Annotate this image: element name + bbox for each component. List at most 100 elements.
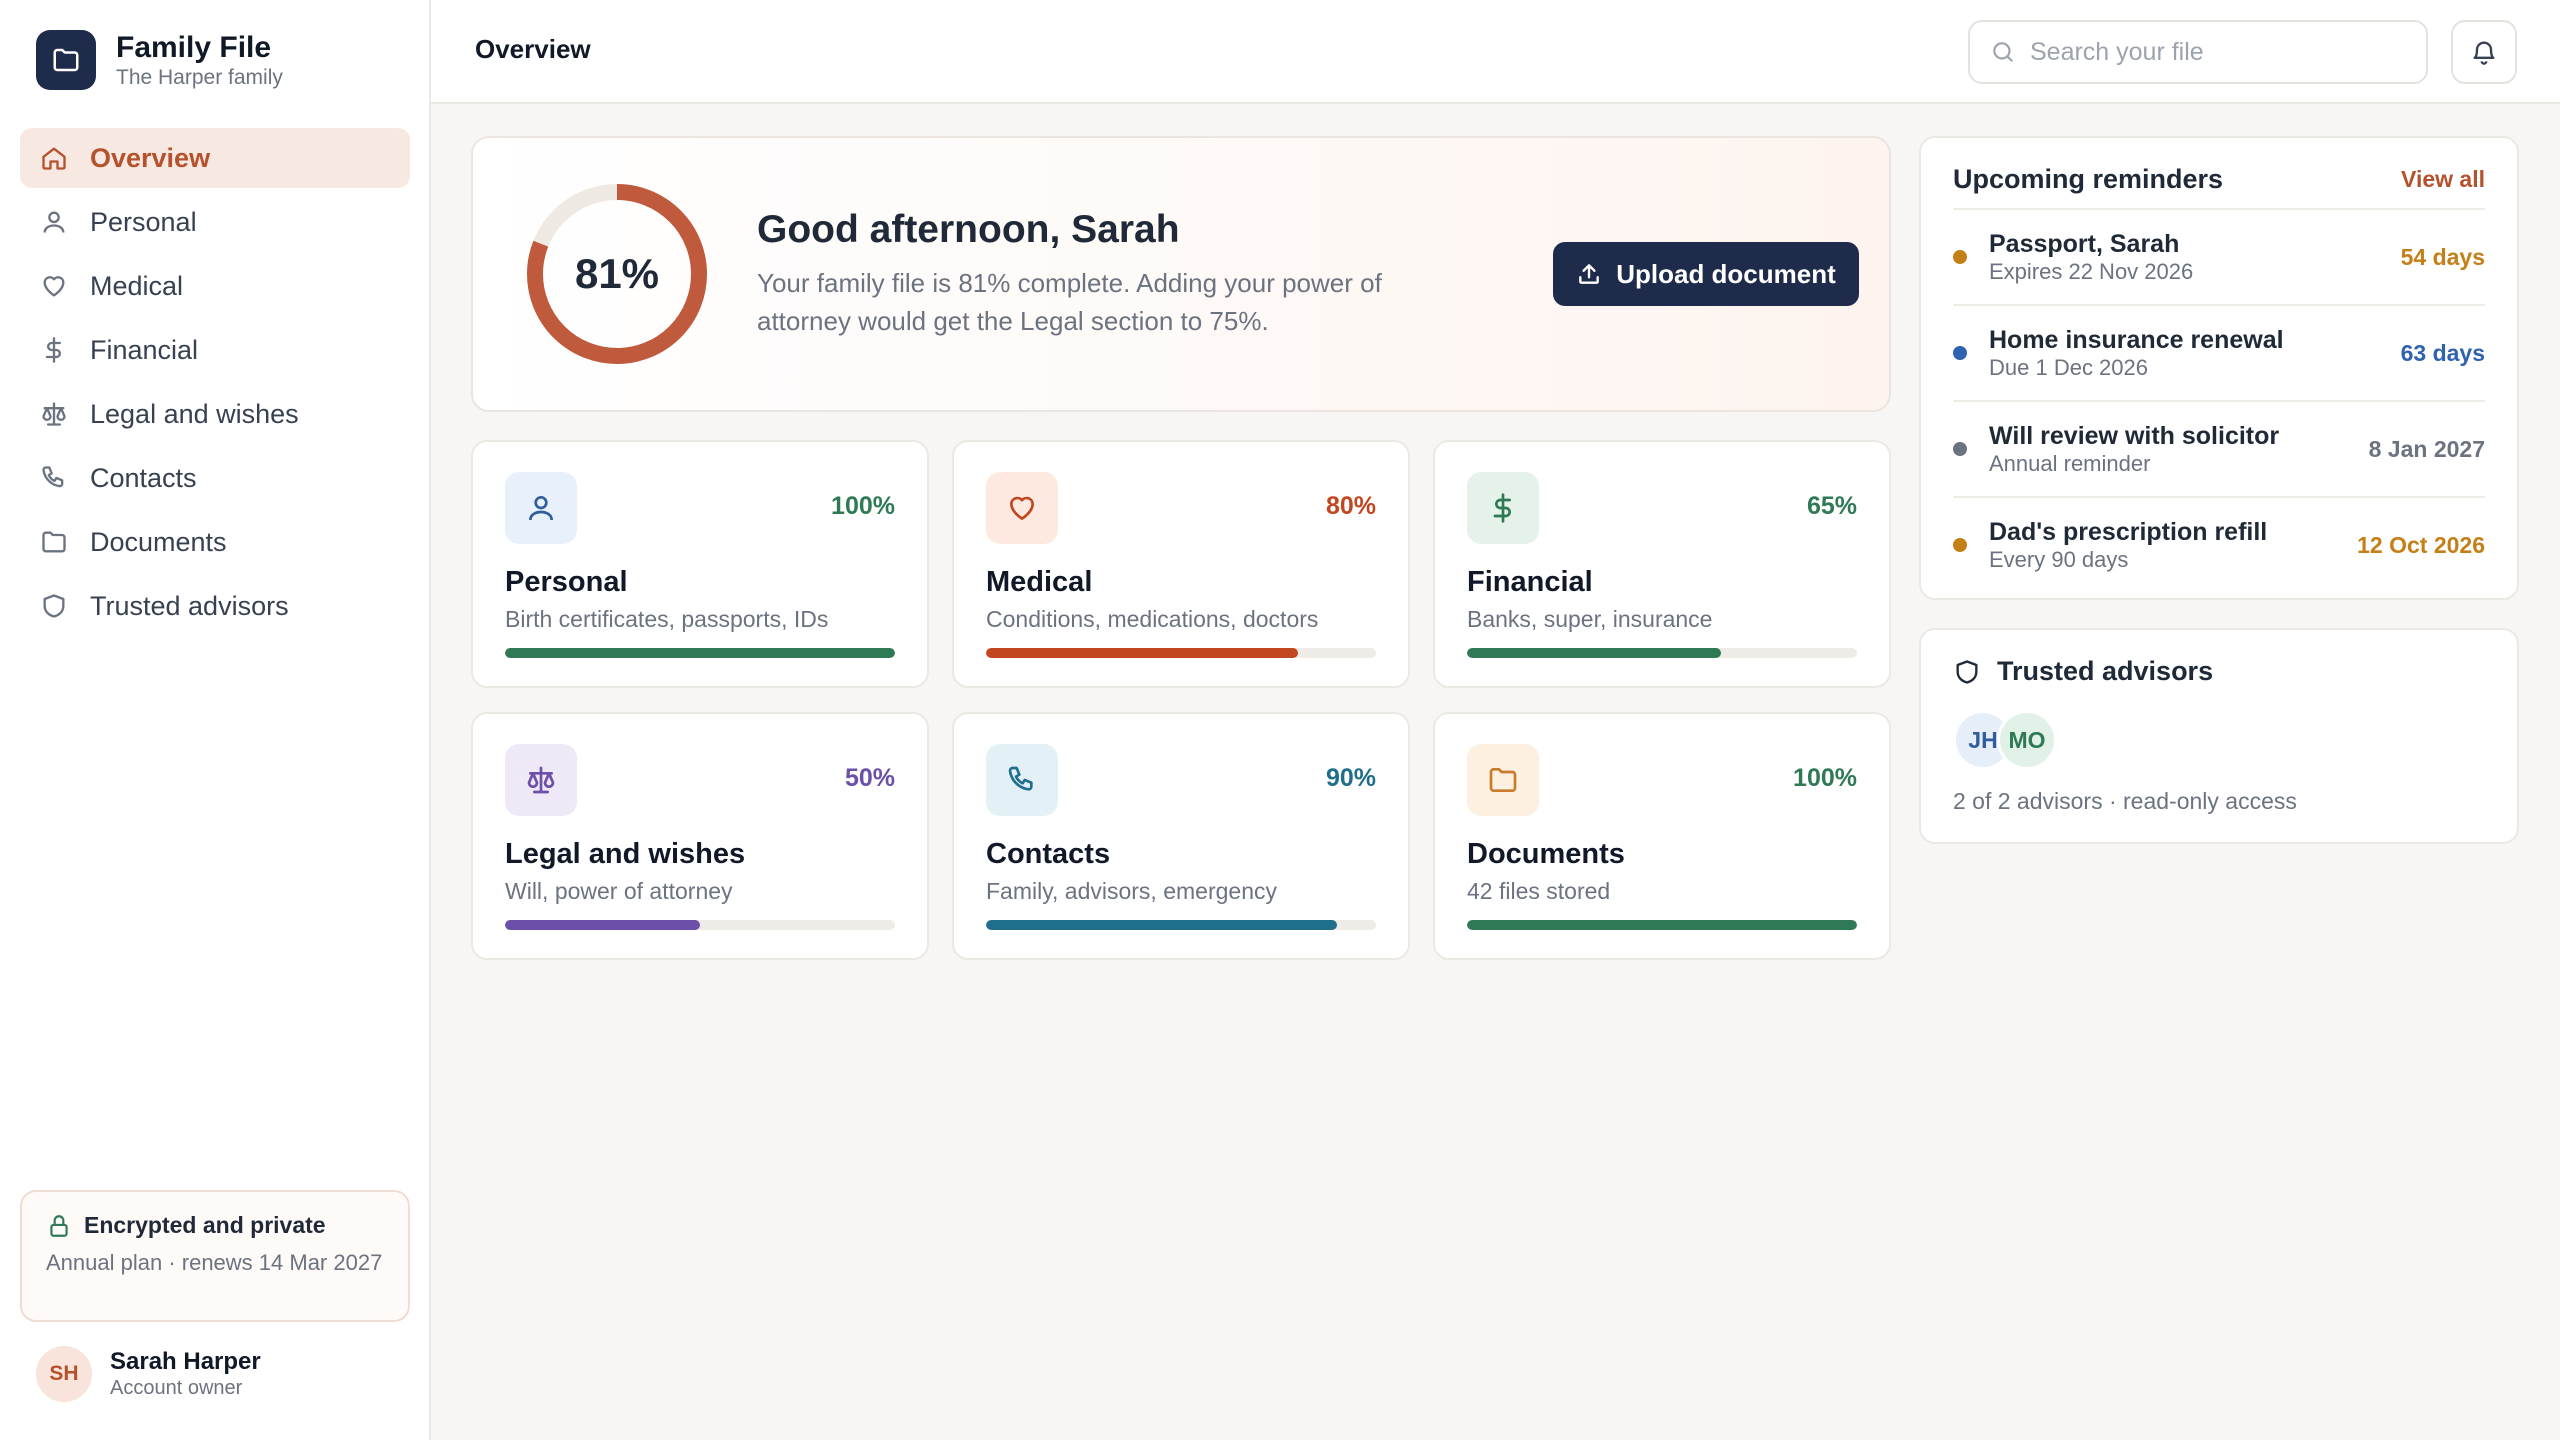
section-subtitle: Banks, super, insurance	[1467, 606, 1713, 632]
progress-bar	[505, 648, 895, 658]
reminder-due: 54 days	[2400, 244, 2485, 270]
section-card-legal[interactable]: 50% Legal and wishes Will, power of atto…	[471, 712, 929, 960]
completion-percent: 81%	[574, 250, 660, 297]
scales-icon	[38, 398, 70, 430]
section-subtitle: 42 files stored	[1467, 878, 1611, 904]
topbar: Overview	[431, 0, 2560, 104]
reminder-item[interactable]: Dad's prescription refill Every 90 days …	[1953, 496, 2485, 592]
section-title: Personal	[505, 566, 628, 598]
user-icon	[505, 472, 577, 544]
section-card-documents[interactable]: 100% Documents 42 files stored	[1433, 712, 1891, 960]
heart-icon	[38, 270, 70, 302]
reminder-title: Dad's prescription refill	[1989, 518, 2268, 546]
progress-bar	[1467, 920, 1857, 930]
section-subtitle: Conditions, medications, doctors	[986, 606, 1319, 632]
section-percent: 65%	[1806, 492, 1857, 520]
sidebar-item-financial[interactable]: Financial	[20, 320, 410, 380]
status-dot	[1953, 538, 1967, 552]
section-subtitle: Birth certificates, passports, IDs	[505, 606, 829, 632]
advisors-panel: Trusted advisors JH MO 2 of 2 advisors ·…	[1919, 628, 2519, 844]
section-card-medical[interactable]: 80% Medical Conditions, medications, doc…	[952, 440, 1410, 688]
brand[interactable]: Family File The Harper family	[36, 30, 283, 90]
folder-icon	[38, 526, 70, 558]
folder-icon	[36, 30, 96, 90]
search-box[interactable]	[1968, 20, 2428, 84]
sidebar-item-label: Overview	[90, 142, 211, 173]
phone-icon	[38, 462, 70, 494]
sidebar-item-label: Personal	[90, 206, 197, 237]
user-name: Sarah Harper	[110, 1348, 261, 1375]
section-percent: 100%	[1793, 764, 1857, 792]
heart-icon	[986, 472, 1058, 544]
reminder-title: Will review with solicitor	[1989, 422, 2280, 450]
sidebar-item-overview[interactable]: Overview	[20, 128, 410, 188]
section-title: Documents	[1467, 838, 1625, 870]
sidebar-item-label: Contacts	[90, 462, 197, 493]
notifications-button[interactable]	[2451, 20, 2517, 84]
reminder-item[interactable]: Passport, Sarah Expires 22 Nov 2026 54 d…	[1953, 208, 2485, 304]
sidebar: Family File The Harper family Overview P…	[0, 0, 431, 1440]
app-title: Family File	[116, 31, 272, 64]
upload-document-button[interactable]: Upload document	[1553, 242, 1859, 306]
scales-icon	[505, 744, 577, 816]
plan-card: Encrypted and private Annual plan · rene…	[20, 1190, 410, 1322]
reminder-due: 63 days	[2400, 340, 2485, 366]
sidebar-item-trusted-advisors[interactable]: Trusted advisors	[20, 576, 410, 636]
sidebar-item-contacts[interactable]: Contacts	[20, 448, 410, 508]
upload-label: Upload document	[1616, 258, 1836, 289]
status-dot	[1953, 442, 1967, 456]
main: Overview 81% Good afternoon, Sarah Your …	[431, 0, 2560, 1440]
lock-icon	[46, 1213, 72, 1239]
sidebar-item-legal[interactable]: Legal and wishes	[20, 384, 410, 444]
bell-icon	[2470, 38, 2498, 66]
progress-bar	[986, 648, 1376, 658]
reminder-item[interactable]: Will review with solicitor Annual remind…	[1953, 400, 2485, 496]
section-title: Contacts	[986, 838, 1111, 870]
folder-icon	[1467, 744, 1539, 816]
reminders-title: Upcoming reminders	[1953, 164, 2224, 194]
reminder-item[interactable]: Home insurance renewal Due 1 Dec 2026 63…	[1953, 304, 2485, 400]
app-subtitle: The Harper family	[116, 66, 283, 89]
section-percent: 50%	[844, 764, 895, 792]
search-input[interactable]	[2030, 37, 2410, 67]
security-title: Encrypted and private	[84, 1212, 326, 1238]
section-card-personal[interactable]: 100% Personal Birth certificates, passpo…	[471, 440, 929, 688]
advisors-summary: 2 of 2 advisors · read-only access	[1953, 788, 2297, 814]
page-title: Overview	[475, 34, 591, 64]
section-title: Financial	[1467, 566, 1593, 598]
section-title: Legal and wishes	[505, 838, 746, 870]
greeting: Good afternoon, Sarah	[757, 208, 1180, 251]
section-subtitle: Will, power of attorney	[505, 878, 733, 904]
reminder-due: 12 Oct 2026	[2357, 532, 2485, 558]
search-icon	[1990, 39, 2016, 65]
user-role: Account owner	[110, 1377, 243, 1399]
sidebar-item-personal[interactable]: Personal	[20, 192, 410, 252]
advisor-avatar[interactable]: MO	[1997, 710, 2057, 770]
avatar: SH	[36, 1346, 92, 1402]
sidebar-nav: Overview Personal Medical Financial Lega…	[20, 128, 410, 640]
user-profile[interactable]: SH Sarah Harper Account owner	[36, 1346, 261, 1402]
status-dot	[1953, 346, 1967, 360]
sidebar-item-documents[interactable]: Documents	[20, 512, 410, 572]
reminder-subtitle: Annual reminder	[1989, 451, 2151, 476]
sidebar-item-medical[interactable]: Medical	[20, 256, 410, 316]
section-card-contacts[interactable]: 90% Contacts Family, advisors, emergency	[952, 712, 1410, 960]
sidebar-item-label: Documents	[90, 526, 227, 557]
view-all-link[interactable]: View all	[2401, 166, 2485, 193]
dollar-icon	[1467, 472, 1539, 544]
section-title: Medical	[986, 566, 1093, 598]
progress-bar	[505, 920, 895, 930]
reminder-due: 8 Jan 2027	[2368, 436, 2485, 462]
section-card-financial[interactable]: 65% Financial Banks, super, insurance	[1433, 440, 1891, 688]
home-icon	[38, 142, 70, 174]
shield-icon	[38, 590, 70, 622]
reminder-subtitle: Every 90 days	[1989, 547, 2129, 572]
section-percent: 90%	[1325, 764, 1376, 792]
shield-icon	[1953, 658, 1981, 686]
completion-message: Your family file is 81% complete. Adding…	[757, 268, 1382, 336]
phone-icon	[986, 744, 1058, 816]
reminder-subtitle: Expires 22 Nov 2026	[1989, 259, 2194, 284]
section-subtitle: Family, advisors, emergency	[986, 878, 1277, 904]
plan-subtitle: Annual plan · renews 14 Mar 2027	[46, 1250, 383, 1275]
dollar-icon	[38, 334, 70, 366]
